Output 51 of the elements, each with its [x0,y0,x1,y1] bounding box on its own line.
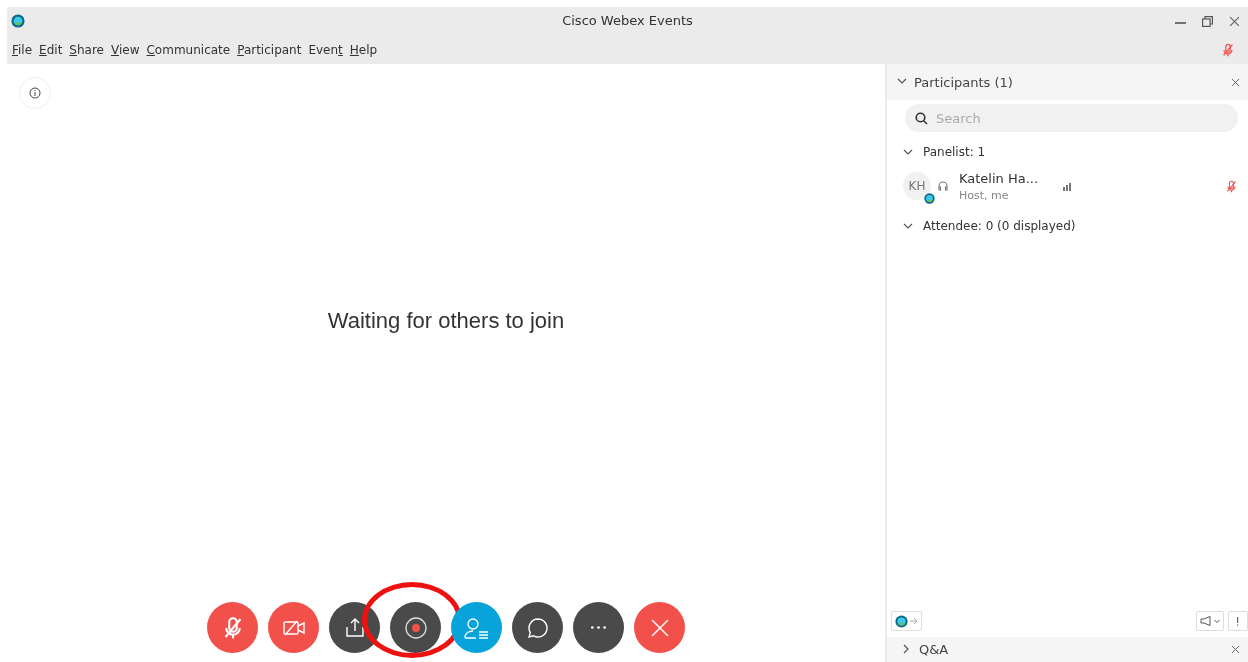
search-icon [915,112,928,125]
chat-bubble-icon [525,615,550,640]
announce-button[interactable] [1196,611,1224,631]
megaphone-icon [1200,616,1212,626]
search-field[interactable]: Search [905,104,1238,132]
menu-item[interactable]: View [111,42,140,57]
restore-icon[interactable] [1202,15,1213,27]
logo-icon [924,193,935,204]
muted-microphone-icon[interactable] [1225,179,1238,193]
chat-button[interactable] [512,602,563,653]
more-dots-icon [591,626,606,629]
leave-button[interactable] [634,602,685,653]
window-title: Cisco Webex Events [562,13,693,28]
group-label[interactable]: Attendee: 0 (0 displayed) [923,219,1076,233]
menu-item[interactable]: Event [308,42,343,57]
menu-item[interactable]: Edit [39,42,63,57]
close-icon [648,616,671,639]
share-button[interactable] [329,602,380,653]
close-icon[interactable] [1231,645,1240,654]
headset-icon [937,180,949,192]
logo-icon [11,14,25,28]
record-button[interactable] [390,602,441,653]
waiting-message: Waiting for others to join [327,307,565,334]
menu-item[interactable]: Help [349,42,378,57]
menu-item[interactable]: Communicate [146,42,231,57]
participant-name: Katelin Ha... [959,170,1040,186]
video-button[interactable] [268,602,319,653]
more-button[interactable] [573,602,624,653]
muted-microphone-icon[interactable] [1221,42,1235,57]
caret-icon [1214,618,1220,624]
signal-bars-icon [1063,181,1073,191]
chevron-right-icon[interactable] [901,643,911,654]
info-icon [29,87,41,99]
group-label[interactable]: Panelist: 1 [923,145,986,159]
close-icon[interactable] [1231,77,1240,87]
people-list-icon [463,615,490,640]
close-icon[interactable] [1229,15,1240,27]
menu-item[interactable]: Participant [237,42,302,57]
logo-icon [895,614,908,628]
chevron-down-icon[interactable] [903,221,913,231]
menu-item[interactable]: File [12,42,33,57]
record-icon [403,615,428,640]
chevron-down-icon[interactable] [903,147,913,157]
participant-role: Host, me [959,188,1010,202]
status-button[interactable] [891,611,922,631]
chevron-down-icon[interactable] [897,76,907,86]
panel-title: Participants (1) [914,74,1014,90]
participants-button[interactable] [451,602,502,653]
arrow-right-icon [910,617,918,625]
mute-button[interactable] [207,602,258,653]
menu-item[interactable]: Share [69,42,104,57]
